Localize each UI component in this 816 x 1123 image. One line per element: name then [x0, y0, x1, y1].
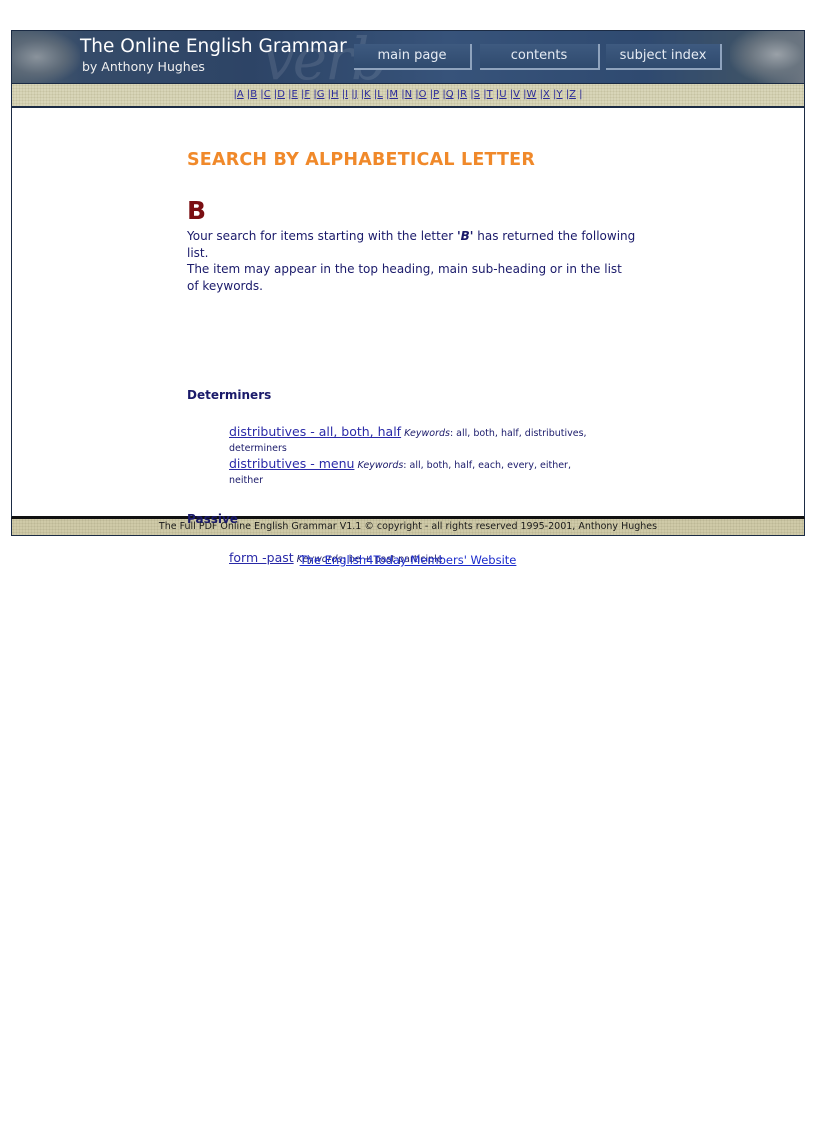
- bottom-link-container: The English4Today Members' Website: [0, 553, 816, 567]
- portrait-right-decoration: [730, 31, 804, 83]
- alpha-link-o[interactable]: O: [419, 89, 427, 100]
- contents-button[interactable]: contents: [480, 44, 600, 70]
- alpha-link-m[interactable]: M: [389, 89, 398, 100]
- list-item: distributives - menu Keywords: all, both…: [229, 456, 599, 488]
- alpha-link-n[interactable]: N: [405, 89, 412, 100]
- keywords-label: Keywords: [404, 428, 450, 439]
- alphabet-nav: |A |B |C |D |E |F |G |H |I |J |K |L |M |…: [11, 84, 805, 106]
- section-title-determiners: Determiners: [187, 388, 272, 402]
- page-heading: SEARCH BY ALPHABETICAL LETTER: [187, 150, 535, 170]
- intro-prefix: Your search for items starting with the …: [187, 229, 457, 243]
- alpha-link-w[interactable]: W: [527, 89, 537, 100]
- search-intro: Your search for items starting with the …: [187, 228, 637, 294]
- subject-index-button[interactable]: subject index: [606, 44, 722, 70]
- keywords-label: Keywords: [357, 460, 404, 471]
- intro-line-2: The item may appear in the top heading, …: [187, 262, 622, 293]
- list-item: distributives - all, both, half Keywords…: [229, 424, 599, 456]
- alpha-link-a[interactable]: A: [237, 89, 244, 100]
- members-website-link[interactable]: The English4Today Members' Website: [300, 553, 517, 567]
- intro-letter: 'B': [456, 229, 474, 243]
- site-author: by Anthony Hughes: [82, 59, 205, 74]
- content-panel: SEARCH BY ALPHABETICAL LETTER B Your sea…: [11, 106, 805, 565]
- alpha-link-v[interactable]: V: [513, 89, 520, 100]
- result-link[interactable]: distributives - all, both, half: [229, 424, 401, 439]
- search-letter: B: [187, 196, 207, 225]
- alpha-link-x[interactable]: X: [543, 89, 550, 100]
- alpha-link-d[interactable]: D: [277, 89, 285, 100]
- site-title: The Online English Grammar: [80, 36, 347, 57]
- copyright-footer: The Full PDF Online English Grammar V1.1…: [11, 519, 805, 536]
- portrait-left-decoration: [12, 31, 80, 83]
- alpha-link-h[interactable]: H: [331, 89, 339, 100]
- alpha-separator: |: [575, 89, 583, 100]
- main-page-button[interactable]: main page: [354, 44, 472, 70]
- alpha-link-u[interactable]: U: [499, 89, 506, 100]
- alpha-link-z[interactable]: Z: [569, 89, 576, 100]
- alpha-link-c[interactable]: C: [264, 89, 271, 100]
- page-frame: verb The Online English Grammar by Antho…: [11, 30, 805, 565]
- intro-line-1: Your search for items starting with the …: [187, 228, 637, 261]
- section-title-passive: Passive: [187, 512, 238, 526]
- alpha-link-q[interactable]: Q: [446, 89, 454, 100]
- header-banner: verb The Online English Grammar by Antho…: [11, 30, 805, 84]
- result-link[interactable]: distributives - menu: [229, 456, 354, 471]
